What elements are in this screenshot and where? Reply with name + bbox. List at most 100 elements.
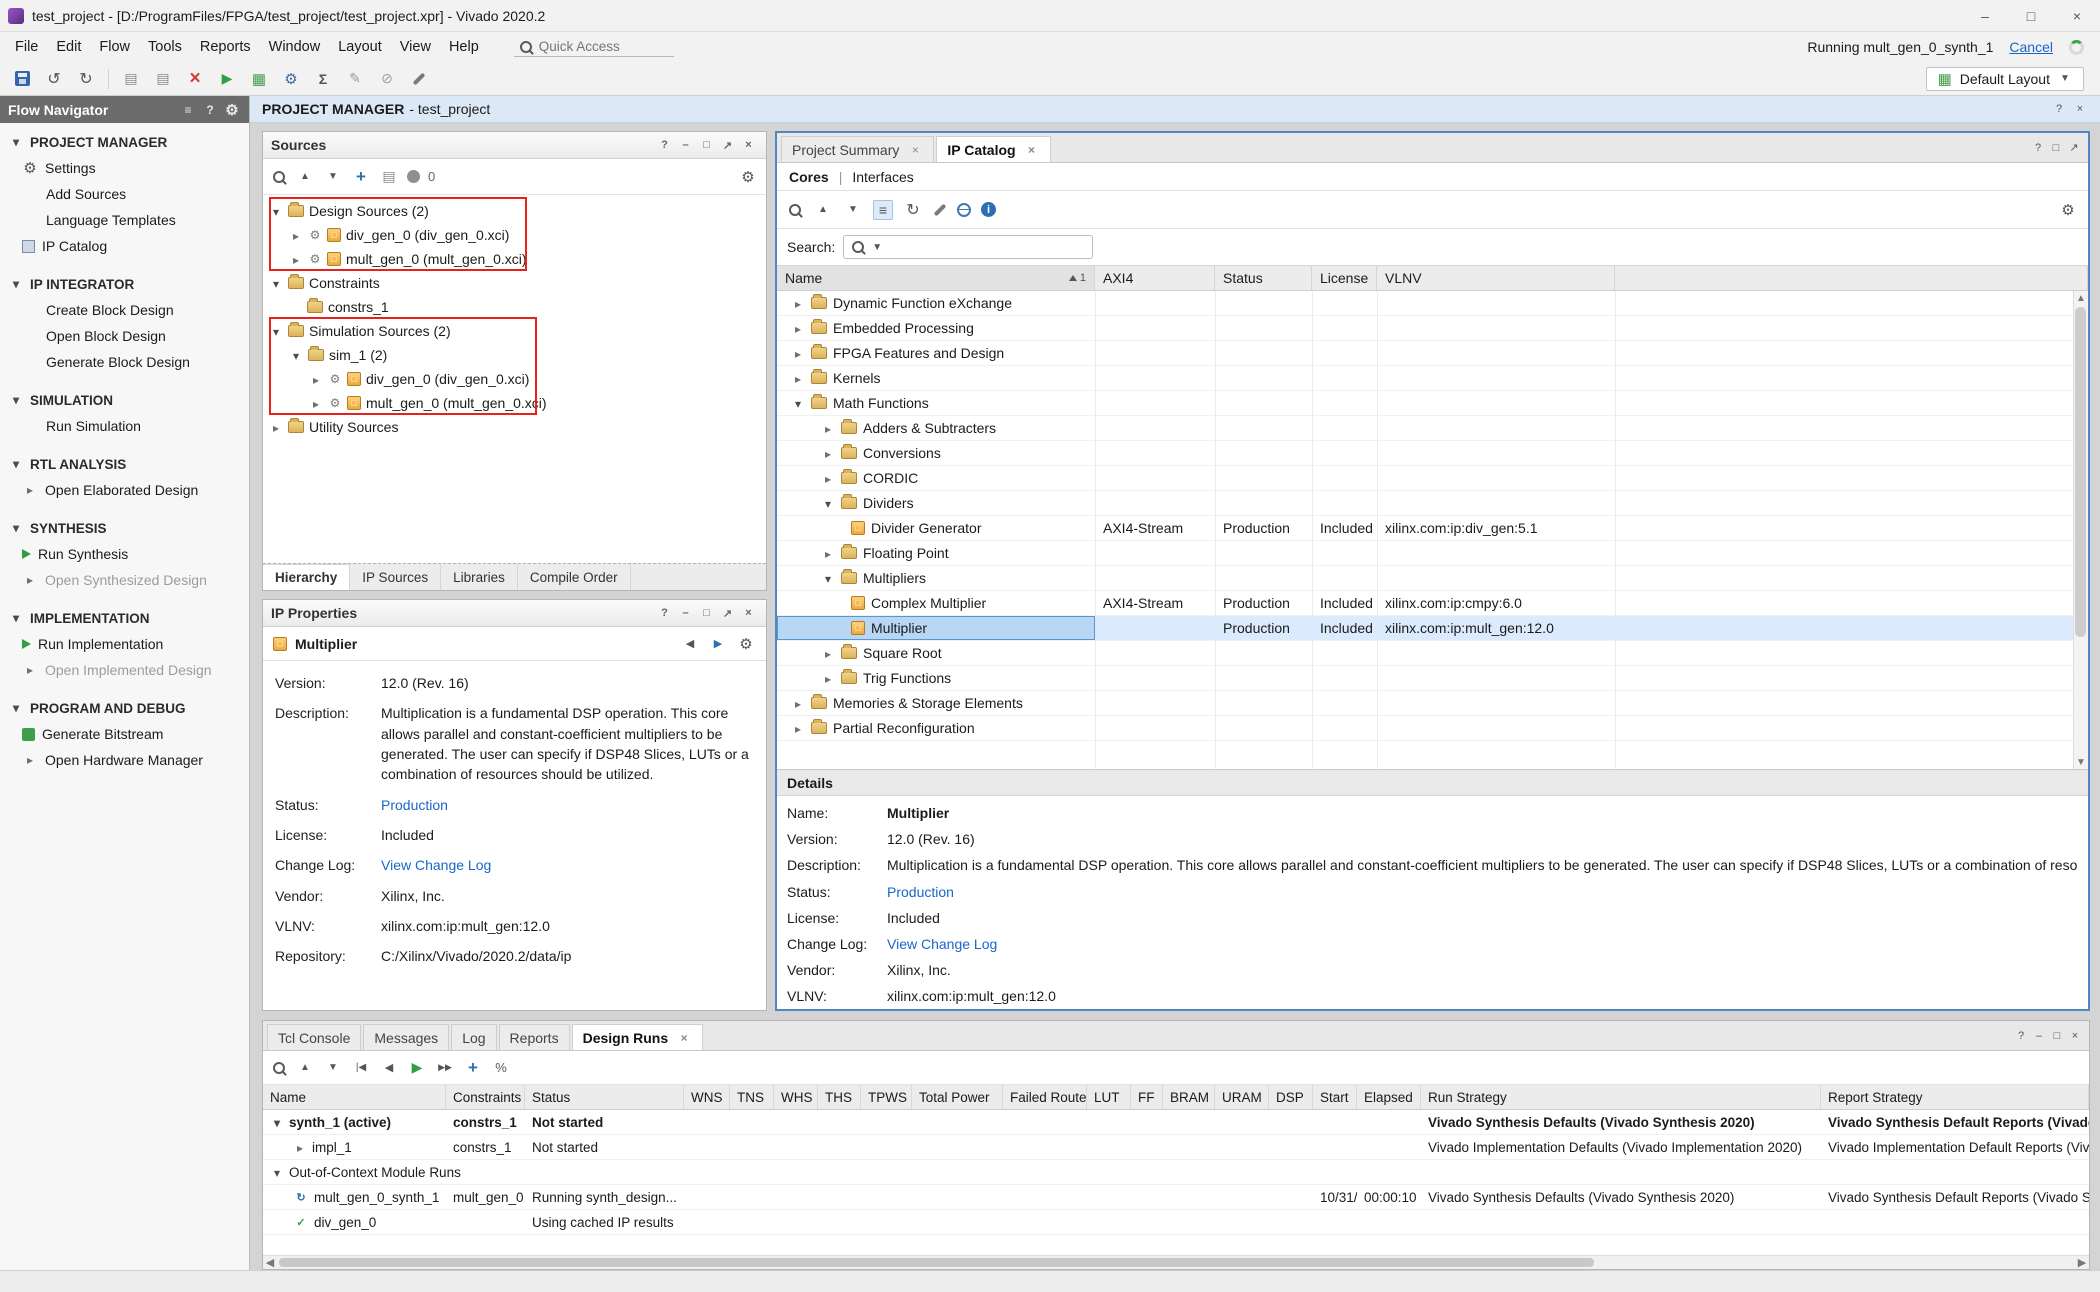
catalog-row[interactable]: Floating Point (777, 541, 2088, 566)
fn-item-create-block-design[interactable]: Create Block Design (0, 297, 249, 323)
run-row-div-gen-0[interactable]: div_gen_0 Using cached IP results (263, 1210, 2089, 1235)
help-icon[interactable] (2030, 140, 2046, 156)
run-row-impl-1[interactable]: impl_1 constrs_1 Not started Vivado Impl… (263, 1135, 2089, 1160)
search-icon[interactable] (271, 169, 287, 185)
tab-hierarchy[interactable]: Hierarchy (263, 564, 350, 590)
scrollbar-thumb[interactable] (2075, 307, 2086, 637)
column-elapsed[interactable]: Elapsed (1357, 1085, 1421, 1109)
catalog-row[interactable]: CORDIC (777, 466, 2088, 491)
chevron-right-icon[interactable] (289, 227, 303, 243)
expand-all-icon[interactable] (323, 167, 343, 187)
chevron-down-icon[interactable] (289, 347, 303, 363)
gear-icon[interactable] (736, 634, 756, 654)
chevron-right-icon[interactable] (821, 645, 835, 661)
web-icon[interactable] (957, 203, 971, 217)
filter-dot-icon[interactable] (407, 170, 420, 183)
fn-section-simulation[interactable]: SIMULATION (0, 387, 249, 413)
chevron-right-icon[interactable] (293, 1140, 307, 1155)
gear-icon[interactable] (738, 167, 758, 187)
catalog-row-dividers[interactable]: Dividers (777, 491, 2088, 516)
column-status[interactable]: Status (1215, 266, 1312, 290)
catalog-row[interactable]: Embedded Processing (777, 316, 2088, 341)
column-lut[interactable]: LUT (1087, 1085, 1131, 1109)
tab-project-summary[interactable]: Project Summary (781, 136, 934, 162)
fn-item-open-synthesized-design[interactable]: Open Synthesized Design (0, 567, 249, 593)
properties-icon[interactable] (379, 167, 399, 187)
tab-messages[interactable]: Messages (363, 1024, 449, 1050)
tree-row-design-sources[interactable]: Design Sources (2) (263, 199, 766, 223)
column-total-power[interactable]: Total Power (912, 1085, 1003, 1109)
chevron-down-icon[interactable] (269, 323, 283, 339)
collapse-all-icon[interactable] (295, 1058, 315, 1078)
tree-row-div-gen-0[interactable]: ⚙div_gen_0 (div_gen_0.xci) (263, 223, 766, 247)
tab-log[interactable]: Log (451, 1024, 496, 1050)
chevron-down-icon[interactable] (791, 395, 805, 411)
collapse-all-icon[interactable] (295, 167, 315, 187)
settings-button[interactable] (277, 65, 305, 92)
board-button[interactable] (245, 65, 273, 92)
tree-row-simulation-sources[interactable]: Simulation Sources (2) (263, 319, 766, 343)
column-failed-routes[interactable]: Failed Routes (1003, 1085, 1087, 1109)
chevron-right-icon[interactable] (791, 295, 805, 311)
help-icon[interactable] (2013, 1028, 2029, 1044)
tab-tcl-console[interactable]: Tcl Console (267, 1024, 361, 1050)
vertical-scrollbar[interactable] (2073, 291, 2088, 769)
tab-compile-order[interactable]: Compile Order (518, 564, 631, 590)
scrollbar-thumb[interactable] (279, 1258, 1594, 1267)
chevron-right-icon[interactable] (269, 419, 283, 435)
subtab-interfaces[interactable]: Interfaces (852, 169, 913, 185)
column-license[interactable]: License (1312, 266, 1377, 290)
catalog-row[interactable]: Conversions (777, 441, 2088, 466)
column-wns[interactable]: WNS (684, 1085, 730, 1109)
catalog-row-complex-multiplier[interactable]: Complex MultiplierAXI4-StreamProductionI… (777, 591, 2088, 616)
fn-item-open-hardware-manager[interactable]: Open Hardware Manager (0, 747, 249, 773)
maximize-icon[interactable] (718, 136, 737, 155)
chevron-down-icon[interactable] (270, 1115, 284, 1130)
fn-section-program-and-debug[interactable]: PROGRAM AND DEBUG (0, 695, 249, 721)
catalog-row-multiplier-selected[interactable]: MultiplierProductionIncludedxilinx.com:i… (777, 616, 2088, 641)
catalog-row[interactable]: Dynamic Function eXchange (777, 291, 2088, 316)
scroll-right-icon[interactable] (2075, 1256, 2089, 1269)
fn-item-generate-bitstream[interactable]: Generate Bitstream (0, 721, 249, 747)
scroll-up-icon[interactable] (2074, 291, 2088, 305)
tab-ip-sources[interactable]: IP Sources (350, 564, 441, 590)
run-row-mult-gen-0-synth-1[interactable]: mult_gen_0_synth_1 mult_gen_0 Running sy… (263, 1185, 2089, 1210)
column-ths[interactable]: THS (818, 1085, 861, 1109)
column-dsp[interactable]: DSP (1269, 1085, 1313, 1109)
chevron-right-icon[interactable] (791, 695, 805, 711)
catalog-row[interactable]: Square Root (777, 641, 2088, 666)
menu-window[interactable]: Window (260, 36, 330, 58)
fn-section-project-manager[interactable]: PROJECT MANAGER (0, 129, 249, 155)
chevron-down-icon[interactable] (270, 1165, 284, 1180)
column-axi4[interactable]: AXI4 (1095, 266, 1215, 290)
chevron-down-icon[interactable] (269, 203, 283, 219)
menu-tools[interactable]: Tools (139, 36, 191, 58)
menu-view[interactable]: View (391, 36, 440, 58)
fn-section-synthesis[interactable]: SYNTHESIS (0, 515, 249, 541)
save-button[interactable] (8, 65, 36, 92)
float-icon[interactable] (2048, 140, 2064, 156)
catalog-search-box[interactable] (843, 235, 1093, 259)
fn-section-rtl-analysis[interactable]: RTL ANALYSIS (0, 451, 249, 477)
menu-flow[interactable]: Flow (90, 36, 139, 58)
tree-row-sim-1[interactable]: sim_1 (2) (263, 343, 766, 367)
fn-item-open-block-design[interactable]: Open Block Design (0, 323, 249, 349)
chevron-down-icon[interactable] (821, 495, 835, 511)
horizontal-scrollbar[interactable] (263, 1255, 2089, 1269)
tree-row-sim-mult-gen-0[interactable]: ⚙mult_gen_0 (mult_gen_0.xci) (263, 391, 766, 415)
menu-reports[interactable]: Reports (191, 36, 260, 58)
back-icon[interactable] (680, 634, 700, 654)
status-link[interactable]: Production (887, 883, 2078, 901)
column-tns[interactable]: TNS (730, 1085, 774, 1109)
redo-button[interactable] (72, 65, 100, 92)
fn-item-run-implementation[interactable]: Run Implementation (0, 631, 249, 657)
help-icon[interactable] (2051, 101, 2067, 117)
expand-all-icon[interactable] (843, 200, 863, 220)
column-status[interactable]: Status (525, 1085, 684, 1109)
fn-item-open-implemented-design[interactable]: Open Implemented Design (0, 657, 249, 683)
column-tpws[interactable]: TPWS (861, 1085, 912, 1109)
close-button[interactable] (2054, 0, 2100, 31)
menu-file[interactable]: File (6, 36, 47, 58)
maximize-button[interactable] (2008, 0, 2054, 31)
collapse-all-icon[interactable] (813, 200, 833, 220)
